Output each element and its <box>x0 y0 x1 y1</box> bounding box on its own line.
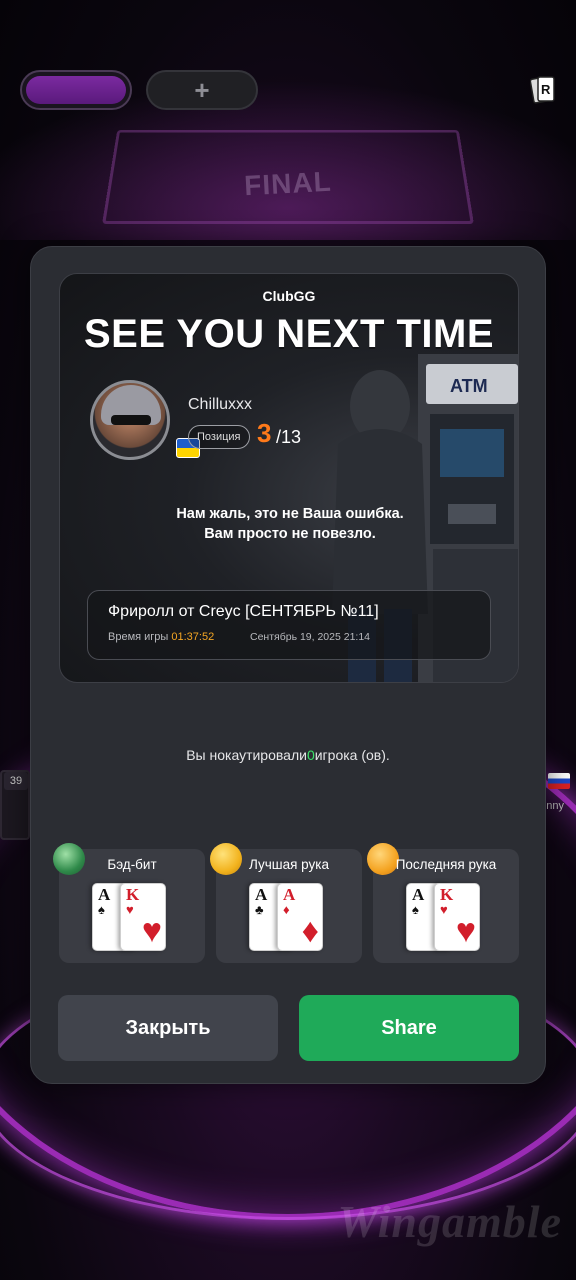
card-rank: A <box>412 885 425 904</box>
right-seat-flag-icon <box>548 773 570 789</box>
right-seat-name: nny <box>546 800 564 812</box>
add-table-button[interactable]: + <box>146 70 258 110</box>
card-rank: A <box>98 885 111 904</box>
tournament-info-box: Фриролл от Creyc [СЕНТЯБРЬ №11] Время иг… <box>87 590 491 660</box>
hand-box-bad-beat[interactable]: Бэд-бит A ♠ K ♥ ♥ <box>53 843 205 963</box>
card-suit: ♦ <box>283 902 290 917</box>
consolation-text-line2: Вам просто не повезло. <box>204 526 376 542</box>
card-suit: ♥ <box>126 902 134 917</box>
card-suit: ♠ <box>98 902 105 917</box>
player-name: Chilluxxx <box>188 396 253 413</box>
hand-box-last-hand[interactable]: Последняя рука A ♠ K ♥ ♥ <box>367 843 519 963</box>
player-avatar <box>90 380 170 460</box>
hand-cards: A ♠ K ♥ ♥ <box>406 883 486 953</box>
card-rank: A <box>255 885 268 904</box>
hand-cards: A ♣ A ♦ ♦ <box>249 883 329 953</box>
left-seat-badge: 39 <box>4 772 28 790</box>
card-suit: ♠ <box>412 902 419 917</box>
card-suit-large: ♥ <box>141 912 162 950</box>
knockouts-count: 0 <box>306 747 315 763</box>
svg-text:R: R <box>541 82 551 97</box>
share-button[interactable]: Share <box>299 995 519 1061</box>
play-time-value: 01:37:52 <box>171 631 215 643</box>
avatar-glasses <box>111 415 151 425</box>
table-tab-active-fill <box>26 76 126 104</box>
knockouts-suffix: игрока (ов). <box>314 747 390 763</box>
playing-card: K ♥ ♥ <box>120 883 166 951</box>
card-suit-large: ♦ <box>301 912 319 950</box>
tournament-date: Сентябрь 19, 2025 21:14 <box>250 631 371 643</box>
card-suit-large: ♥ <box>455 912 476 950</box>
hand-label: Последняя рука <box>395 857 497 872</box>
watermark: Wingamble <box>337 1196 562 1247</box>
clubgg-logo: ClubGG <box>262 288 316 304</box>
playing-card: K ♥ ♥ <box>434 883 480 951</box>
card-rank: K <box>126 885 140 904</box>
hand-label: Бэд-бит <box>107 857 157 872</box>
position-total: /13 <box>276 427 302 447</box>
card-suit: ♥ <box>440 902 448 917</box>
result-headline: SEE YOU NEXT TIME <box>83 312 495 356</box>
play-time-label: Время игры <box>108 631 169 643</box>
consolation-text-line1: Нам жаль, это не Ваша ошибка. <box>176 506 404 522</box>
result-card: ClubGG SEE YOU NEXT TIME ATM Chilluxxx П… <box>59 273 519 683</box>
close-button[interactable]: Закрыть <box>58 995 278 1061</box>
hand-cards: A ♠ K ♥ ♥ <box>92 883 172 953</box>
card-suit: ♣ <box>255 902 264 917</box>
table-tab-active[interactable] <box>20 70 132 110</box>
tournament-result-modal: ClubGG SEE YOU NEXT TIME ATM Chilluxxx П… <box>30 246 546 1084</box>
position-label: Позиция <box>188 425 250 449</box>
knockouts-text: Вы нокаутировали0игрока (ов). <box>31 747 545 763</box>
card-icon[interactable]: R <box>530 74 556 106</box>
position-value: 3 <box>257 418 272 448</box>
card-rank: K <box>440 885 454 904</box>
hand-box-best-hand[interactable]: Лучшая рука A ♣ A ♦ ♦ <box>210 843 362 963</box>
tournament-name: Фриролл от Creyc [СЕНТЯБРЬ №11] <box>108 603 379 620</box>
svg-text:ATM: ATM <box>450 376 488 396</box>
playing-card: A ♦ ♦ <box>277 883 323 951</box>
hand-label: Лучшая рука <box>248 857 329 872</box>
knockouts-prefix: Вы нокаутировали <box>186 747 307 763</box>
play-time-row: Время игры 01:37:52 <box>108 631 214 643</box>
card-rank: A <box>283 885 296 904</box>
